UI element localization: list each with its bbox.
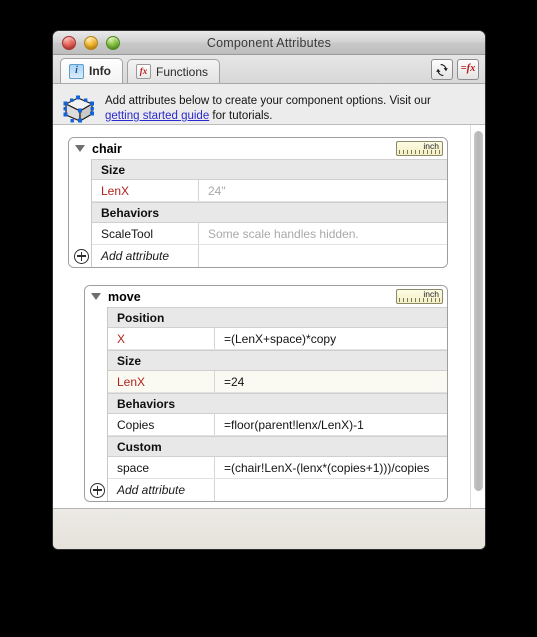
group-header: Position: [108, 307, 447, 328]
attribute-value[interactable]: =(LenX+space)*copy: [215, 328, 447, 349]
attribute-value[interactable]: =floor(parent!lenx/LenX)-1: [215, 414, 447, 435]
window-controls: [62, 35, 120, 50]
tab-functions[interactable]: fx Functions: [127, 59, 221, 83]
table-row[interactable]: LenX =24: [108, 371, 447, 393]
attribute-name: X: [108, 328, 215, 349]
unit-badge-ruler-icon[interactable]: inch: [396, 141, 443, 156]
banner-text-after: for tutorials.: [212, 110, 273, 122]
refresh-icon: [436, 63, 448, 76]
attribute-name: space: [108, 457, 215, 478]
group-header: Behaviors: [108, 393, 447, 414]
panel-header-chair[interactable]: chair inch: [69, 138, 447, 159]
banner-text: Add attributes below to create your comp…: [105, 93, 431, 124]
add-attribute-value-cell[interactable]: [215, 479, 447, 501]
tab-bar-tools: =fx: [431, 59, 479, 80]
fx-icon: fx: [136, 64, 151, 79]
attribute-name: Copies: [108, 414, 215, 435]
toggle-functions-button[interactable]: =fx: [457, 59, 479, 80]
attribute-value[interactable]: =(chair!LenX-(lenx*(copies+1)))/copies: [215, 457, 447, 478]
attribute-value[interactable]: Some scale handles hidden.: [199, 223, 447, 244]
group-header: Behaviors: [92, 202, 447, 223]
equals-fx-icon: =fx: [460, 63, 476, 75]
info-icon: i: [69, 63, 84, 79]
close-button[interactable]: [62, 35, 76, 50]
add-attribute-cells: Add attribute: [91, 245, 447, 267]
add-attribute-cells: Add attribute: [107, 479, 447, 501]
add-circle-plus-icon[interactable]: [90, 482, 105, 498]
window-titlebar[interactable]: Component Attributes: [53, 31, 485, 55]
info-banner: Add attributes below to create your comp…: [53, 84, 485, 125]
attribute-name: LenX: [92, 180, 199, 201]
tab-info-label: Info: [89, 64, 111, 78]
disclosure-triangle-icon[interactable]: [75, 145, 85, 152]
table-row[interactable]: X =(LenX+space)*copy: [108, 328, 447, 350]
disclosure-triangle-icon[interactable]: [91, 293, 101, 300]
attribute-value[interactable]: =24: [215, 371, 447, 392]
attribute-panel-move: move inch Position X =(LenX+space)*copy …: [84, 285, 448, 502]
window-footer: [53, 509, 485, 549]
table-row[interactable]: space =(chair!LenX-(lenx*(copies+1)))/co…: [108, 457, 447, 479]
tab-bar: i Info fx Functions =fx: [53, 55, 485, 84]
scrollbar-thumb[interactable]: [474, 131, 483, 491]
screenshot-root: Component Attributes i Info fx Functions: [0, 0, 537, 637]
table-row[interactable]: ScaleTool Some scale handles hidden.: [92, 223, 447, 245]
zoom-button[interactable]: [106, 35, 120, 50]
table-row[interactable]: LenX 24": [92, 180, 447, 202]
refresh-button[interactable]: [431, 59, 453, 80]
banner-text-before: Add attributes below to create your comp…: [105, 95, 431, 107]
attribute-value[interactable]: 24": [199, 180, 447, 201]
unit-badge-ruler-icon[interactable]: inch: [396, 289, 443, 304]
minimize-button[interactable]: [84, 35, 98, 50]
attribute-rows: Size LenX 24" Behaviors ScaleTool Some s…: [91, 159, 447, 245]
add-attribute-row[interactable]: Add attribute: [85, 479, 447, 501]
tab-functions-label: Functions: [156, 64, 209, 79]
ruler-ticks: [399, 150, 440, 154]
table-row[interactable]: Copies =floor(parent!lenx/LenX)-1: [108, 414, 447, 436]
component-attributes-window: Component Attributes i Info fx Functions: [52, 30, 486, 550]
add-attribute-label[interactable]: Add attribute: [108, 479, 215, 501]
tab-info[interactable]: i Info: [60, 58, 123, 83]
add-attribute-label[interactable]: Add attribute: [92, 245, 199, 267]
attribute-rows: Position X =(LenX+space)*copy Size LenX …: [107, 307, 447, 479]
getting-started-guide-link[interactable]: getting started guide: [105, 110, 209, 122]
attribute-panel-chair: chair inch Size LenX 24" Behaviors Scale…: [68, 137, 448, 268]
attributes-scroll-area: chair inch Size LenX 24" Behaviors Scale…: [53, 125, 485, 509]
panel-header-move[interactable]: move inch: [85, 286, 447, 307]
add-attribute-row[interactable]: Add attribute: [69, 245, 447, 267]
panel-title: move: [108, 289, 141, 304]
group-header: Size: [92, 159, 447, 180]
vertical-scrollbar[interactable]: [470, 125, 485, 508]
group-header: Custom: [108, 436, 447, 457]
add-circle-plus-icon[interactable]: [74, 248, 89, 264]
group-header: Size: [108, 350, 447, 371]
ruler-ticks: [399, 298, 440, 302]
panel-title: chair: [92, 141, 122, 156]
attribute-name: ScaleTool: [92, 223, 199, 244]
component-cube-icon: [63, 95, 94, 123]
add-attribute-value-cell[interactable]: [199, 245, 447, 267]
attribute-name: LenX: [108, 371, 215, 392]
